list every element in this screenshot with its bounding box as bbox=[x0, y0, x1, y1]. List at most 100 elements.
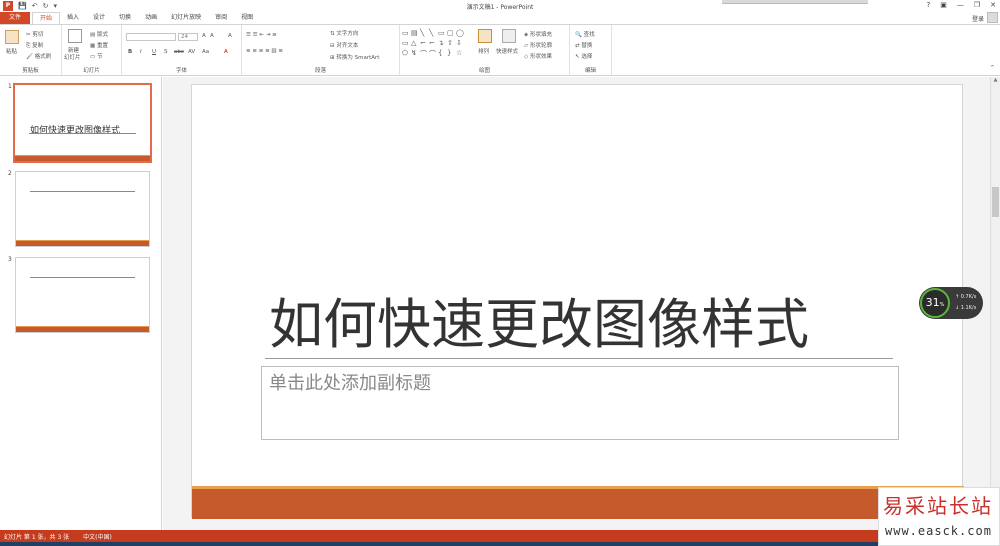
shape-outline-button[interactable]: ▱ 形状轮廓 bbox=[524, 41, 552, 49]
slide-footer-bar bbox=[192, 489, 964, 519]
collapse-ribbon-icon[interactable]: ^ bbox=[990, 65, 995, 71]
shape-fill-button[interactable]: ◈ 形状填充 bbox=[524, 30, 552, 38]
arrange-button[interactable]: 排列 bbox=[478, 47, 489, 55]
new-slide-label2[interactable]: 幻灯片 bbox=[64, 53, 81, 61]
restore-icon[interactable]: ❐ bbox=[974, 1, 980, 9]
reset-button[interactable]: ▦ 重置 bbox=[90, 41, 108, 49]
shadow-button[interactable]: S bbox=[164, 49, 168, 55]
tab-view[interactable]: 视图 bbox=[234, 12, 260, 24]
text-direction-button[interactable]: ⇅ 文字方向 bbox=[330, 29, 358, 37]
bullets-button[interactable]: ☰ ☰ ⇤ ⇥ ≡ bbox=[246, 32, 277, 38]
font-size-select[interactable]: 24 bbox=[178, 33, 198, 41]
layout-button[interactable]: ▤ 版式 bbox=[90, 30, 108, 38]
bold-button[interactable]: B bbox=[128, 49, 132, 55]
tab-insert[interactable]: 插入 bbox=[60, 12, 86, 24]
tab-animations[interactable]: 动画 bbox=[138, 12, 164, 24]
paragraph-group: ☰ ☰ ⇤ ⇥ ≡ ≡ ≡ ≡ ≡ ▥ ≡ ⇅ 文字方向 ⊟ 对齐文本 ⊞ 转换… bbox=[242, 25, 400, 75]
slide-thumbnail-3[interactable] bbox=[15, 257, 150, 333]
format-painter-button[interactable]: 🖌 格式刷 bbox=[26, 52, 51, 60]
font-name-select[interactable] bbox=[126, 33, 176, 41]
paste-button[interactable]: 粘贴 bbox=[6, 47, 17, 55]
format-painter-label: 格式刷 bbox=[34, 54, 52, 60]
align-text-button[interactable]: ⊟ 对齐文本 bbox=[330, 41, 358, 49]
smartart-button[interactable]: ⊞ 转换为 SmartArt bbox=[330, 53, 379, 61]
tab-review[interactable]: 审阅 bbox=[208, 12, 234, 24]
login-link[interactable]: 登录 bbox=[972, 14, 984, 23]
ribbon-tabs: 文件 开始 插入 设计 切换 动画 幻灯片放映 审阅 视图 bbox=[0, 12, 1000, 24]
copy-button[interactable]: ⎘ 复制 bbox=[26, 41, 43, 50]
clear-format-button[interactable]: A bbox=[228, 33, 232, 39]
strikethrough-button[interactable]: abc bbox=[174, 49, 184, 55]
find-button[interactable]: 🔍 查找 bbox=[575, 30, 595, 38]
slide-thumbnail-1[interactable]: 如何快速更改图像样式 bbox=[13, 83, 152, 163]
font-color-button[interactable]: A bbox=[224, 49, 228, 55]
scrollbar-thumb[interactable] bbox=[992, 187, 999, 217]
ribbon-display-icon[interactable]: ▣ bbox=[940, 1, 947, 9]
italic-button[interactable]: I bbox=[140, 49, 142, 55]
select-button[interactable]: ↖ 选择 bbox=[575, 52, 592, 60]
avatar[interactable] bbox=[987, 12, 998, 23]
new-slide-icon[interactable] bbox=[68, 29, 82, 43]
drawing-group-label: 绘图 bbox=[478, 68, 490, 74]
tab-file[interactable]: 文件 bbox=[0, 12, 30, 24]
subtitle-placeholder-box[interactable]: 单击此处添加副标题 bbox=[261, 366, 899, 440]
thumb-number-2: 2 bbox=[8, 170, 12, 177]
download-speed-value: 1.1K/s bbox=[960, 305, 977, 311]
paragraph-group-label: 段落 bbox=[314, 68, 326, 74]
scroll-up-icon[interactable]: ▲ bbox=[991, 77, 1000, 85]
thumb-bar bbox=[16, 326, 149, 332]
download-speed: ↓ 1.1K/s bbox=[955, 305, 977, 311]
speed-percent-unit: % bbox=[939, 302, 945, 308]
shape-fill-label: 形状填充 bbox=[529, 32, 552, 38]
change-case-button[interactable]: Aa bbox=[202, 49, 209, 55]
smartart-label: 转换为 SmartArt bbox=[336, 55, 380, 61]
slide-editor: 如何快速更改图像样式 单击此处添加副标题 bbox=[163, 77, 990, 530]
speed-percent-value: 31 bbox=[925, 296, 940, 309]
tab-home[interactable]: 开始 bbox=[32, 12, 61, 24]
vertical-scrollbar[interactable]: ▲ ▼ bbox=[990, 77, 1000, 530]
char-spacing-button[interactable]: AV bbox=[188, 49, 195, 55]
quick-styles-icon[interactable] bbox=[502, 29, 516, 43]
font-grow-button[interactable]: A bbox=[202, 33, 206, 39]
powerpoint-window: P 💾 ↶ ↻ ▾ 演示文稿1 - PowerPoint ? ▣ — ❐ ✕ 文… bbox=[0, 0, 1000, 546]
tab-design[interactable]: 设计 bbox=[86, 12, 112, 24]
align-text-label: 对齐文本 bbox=[336, 43, 359, 49]
network-speed-widget[interactable]: 31% ↑ 0.7K/s ↓ 1.1K/s bbox=[919, 287, 983, 319]
paste-icon[interactable] bbox=[5, 30, 19, 44]
section-button[interactable]: ▭ 节 bbox=[90, 52, 102, 60]
cut-button[interactable]: ✂ 剪切 bbox=[26, 30, 43, 38]
subtitle-placeholder[interactable]: 单击此处添加副标题 bbox=[269, 369, 431, 395]
shape-effects-button[interactable]: ◇ 形状效果 bbox=[524, 52, 552, 60]
quick-styles-button[interactable]: 快速样式 bbox=[496, 47, 518, 55]
drawing-group: ▭ ▤ ╲ ╲ ▭ ▢ ◯ ▭ △ ⌐ ⌐ ↴ ⇧ ⇩ ⬠ ↯ ⌒ ⌒{} ☆ 排列 快速样式 ◈ 形状填充 ▱… bbox=[400, 25, 570, 75]
tab-slideshow[interactable]: 幻灯片放映 bbox=[164, 12, 208, 24]
text-direction-label: 文字方向 bbox=[336, 31, 359, 37]
language-status[interactable]: 中文(中国) bbox=[83, 532, 112, 541]
watermark: 易采站长站 www.easck.com bbox=[878, 487, 1000, 546]
speed-percent: 31% bbox=[920, 288, 950, 318]
slide-title[interactable]: 如何快速更改图像样式 bbox=[269, 293, 809, 357]
help-icon[interactable]: ? bbox=[927, 1, 931, 9]
section-label: 节 bbox=[96, 54, 103, 60]
cut-label: 剪切 bbox=[32, 32, 44, 38]
shapes-gallery[interactable]: ▭ ▤ ╲ ╲ ▭ ▢ ◯ ▭ △ ⌐ ⌐ ↴ ⇧ ⇩ ⬠ ↯ ⌒ ⌒{} ☆ bbox=[402, 29, 472, 59]
underline-button[interactable]: U bbox=[152, 49, 156, 55]
thumb-line bbox=[30, 191, 135, 192]
arrange-icon[interactable] bbox=[478, 29, 492, 43]
slides-group-label: 幻灯片 bbox=[83, 68, 100, 74]
copy-label: 复制 bbox=[32, 43, 44, 49]
slide-thumbnail-2[interactable] bbox=[15, 171, 150, 247]
tab-transitions[interactable]: 切换 bbox=[112, 12, 138, 24]
align-buttons[interactable]: ≡ ≡ ≡ ≡ ▥ ≡ bbox=[246, 48, 283, 54]
upload-speed-value: 0.7K/s bbox=[960, 294, 977, 300]
replace-label: 替换 bbox=[581, 43, 593, 49]
minimize-icon[interactable]: — bbox=[957, 1, 964, 9]
current-slide[interactable]: 如何快速更改图像样式 单击此处添加副标题 bbox=[191, 84, 964, 519]
replace-button[interactable]: ⇄ 替换 bbox=[575, 41, 592, 49]
title-bar: P 💾 ↶ ↻ ▾ 演示文稿1 - PowerPoint ? ▣ — ❐ ✕ bbox=[0, 0, 1000, 12]
font-shrink-button[interactable]: A bbox=[210, 33, 214, 39]
close-icon[interactable]: ✕ bbox=[990, 1, 996, 9]
reset-label: 重置 bbox=[96, 43, 108, 49]
layout-label: 版式 bbox=[96, 32, 108, 38]
thumb-line bbox=[30, 277, 135, 278]
